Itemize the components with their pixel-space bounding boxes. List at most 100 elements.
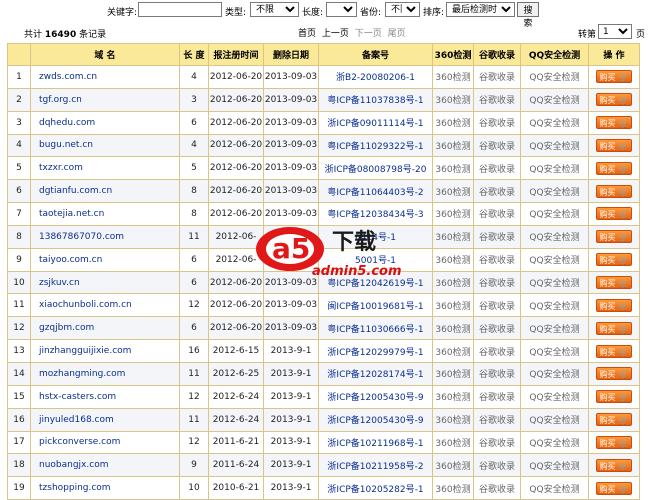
google-index-link[interactable]: 谷歌收录 [473,316,521,341]
icp-number-link[interactable]: 粤ICP备11037838号-1 [318,87,433,112]
google-index-link[interactable]: 谷歌收录 [473,224,521,249]
icp-number-link[interactable]: 浙ICP备12028174号-1 [318,361,433,386]
check360-link[interactable]: 360检测 [432,247,474,272]
check360-link[interactable]: 360检测 [432,476,474,500]
buy-button[interactable]: 购买 🛒 [596,70,632,84]
icp-number-link[interactable]: 粤ICP备11030666号-1 [318,316,433,341]
buy-button[interactable]: 购买 🛒 [596,253,632,267]
buy-button[interactable]: 购买 🛒 [596,458,632,472]
buy-button[interactable]: 购买 🛒 [596,390,632,404]
google-index-link[interactable]: 谷歌收录 [473,156,521,181]
check360-link[interactable]: 360检测 [432,179,474,204]
domain-link[interactable]: dqhedu.com [30,110,180,135]
icp-number-link[interactable]: 粤ICP备11064403号-2 [318,179,433,204]
domain-link[interactable]: jinzhangguijixie.com [30,339,180,363]
check360-link[interactable]: 360检测 [432,339,474,363]
check360-link[interactable]: 360检测 [432,407,474,432]
google-index-link[interactable]: 谷歌收录 [473,133,521,158]
google-index-link[interactable]: 谷歌收录 [473,384,521,409]
qq-security-link[interactable]: QQ安全检测 [520,156,589,181]
qq-security-link[interactable]: QQ安全检测 [520,293,589,318]
search-button[interactable]: 搜索 [517,2,539,29]
province-select[interactable]: 不限 [385,2,420,17]
check360-link[interactable]: 360检测 [432,156,474,181]
qq-security-link[interactable]: QQ安全检测 [520,339,589,363]
buy-button[interactable]: 购买 🛒 [596,435,632,449]
buy-button[interactable]: 购买 🛒 [596,321,632,335]
domain-link[interactable]: hstx-casters.com [30,384,180,409]
domain-link[interactable]: zwds.com.cn [30,65,180,89]
icp-number-link[interactable]: 浙ICP备10205282号-1 [318,476,433,500]
google-index-link[interactable]: 谷歌收录 [473,202,521,226]
buy-button[interactable]: 购买 🛒 [596,184,632,198]
icp-number-link[interactable]: 浙ICP备12005430号-9 [318,384,433,409]
icp-number-link[interactable]: 浙ICP备10211968号-1 [318,430,433,455]
qq-security-link[interactable]: QQ安全检测 [520,247,589,272]
qq-security-link[interactable]: QQ安全检测 [520,430,589,455]
google-index-link[interactable]: 谷歌收录 [473,430,521,455]
qq-security-link[interactable]: QQ安全检测 [520,179,589,204]
google-index-link[interactable]: 谷歌收录 [473,270,521,295]
check360-link[interactable]: 360检测 [432,133,474,158]
icp-number-link[interactable]: 浙ICP备12029979号-1 [318,339,433,363]
buy-button[interactable]: 购买 🛒 [596,481,632,495]
domain-link[interactable]: pickconverse.com [30,430,180,455]
buy-button[interactable]: 购买 🛒 [596,413,632,427]
length-select[interactable] [326,2,357,17]
qq-security-link[interactable]: QQ安全检测 [520,476,589,500]
domain-link[interactable]: bugu.net.cn [30,133,180,158]
prev-page-link[interactable]: 上一页 [322,29,349,39]
domain-link[interactable]: xiaochunboli.com.cn [30,293,180,318]
qq-security-link[interactable]: QQ安全检测 [520,453,589,478]
buy-button[interactable]: 购买 🛒 [596,298,632,312]
first-page-link[interactable]: 首页 [298,29,316,39]
domain-link[interactable]: zsjkuv.cn [30,270,180,295]
domain-link[interactable]: taotejia.net.cn [30,202,180,226]
google-index-link[interactable]: 谷歌收录 [473,179,521,204]
icp-number-link[interactable]: 浙ICP备09011114号-1 [318,110,433,135]
qq-security-link[interactable]: QQ安全检测 [520,361,589,386]
check360-link[interactable]: 360检测 [432,87,474,112]
check360-link[interactable]: 360检测 [432,361,474,386]
check360-link[interactable]: 360检测 [432,316,474,341]
google-index-link[interactable]: 谷歌收录 [473,110,521,135]
icp-number-link[interactable]: 粤ICP备11029322号-1 [318,133,433,158]
buy-button[interactable]: 购买 🛒 [596,93,632,107]
google-index-link[interactable]: 谷歌收录 [473,361,521,386]
keyword-input[interactable] [138,2,222,17]
domain-link[interactable]: taiyoo.com.cn [30,247,180,272]
google-index-link[interactable]: 谷歌收录 [473,407,521,432]
jump-page-select[interactable]: 1 [598,24,632,39]
google-index-link[interactable]: 谷歌收录 [473,293,521,318]
domain-link[interactable]: tgf.org.cn [30,87,180,112]
google-index-link[interactable]: 谷歌收录 [473,476,521,500]
last-page-link[interactable]: 尾页 [388,29,406,39]
domain-link[interactable]: dgtianfu.com.cn [30,179,180,204]
check360-link[interactable]: 360检测 [432,293,474,318]
sort-select[interactable]: 最后检测时间 [446,2,515,17]
check360-link[interactable]: 360检测 [432,384,474,409]
qq-security-link[interactable]: QQ安全检测 [520,110,589,135]
google-index-link[interactable]: 谷歌收录 [473,247,521,272]
buy-button[interactable]: 购买 🛒 [596,367,632,381]
qq-security-link[interactable]: QQ安全检测 [520,407,589,432]
check360-link[interactable]: 360检测 [432,270,474,295]
google-index-link[interactable]: 谷歌收录 [473,453,521,478]
icp-number-link[interactable]: 浙ICP备12005430号-9 [318,407,433,432]
qq-security-link[interactable]: QQ安全检测 [520,202,589,226]
qq-security-link[interactable]: QQ安全检测 [520,133,589,158]
icp-number-link[interactable]: 浙B2-20080206-1 [318,65,433,89]
qq-security-link[interactable]: QQ安全检测 [520,316,589,341]
qq-security-link[interactable]: QQ安全检测 [520,224,589,249]
type-select[interactable]: 不限 [250,2,299,17]
next-page-link[interactable]: 下一页 [355,29,382,39]
qq-security-link[interactable]: QQ安全检测 [520,65,589,89]
qq-security-link[interactable]: QQ安全检测 [520,270,589,295]
buy-button[interactable]: 购买 🛒 [596,230,632,244]
buy-button[interactable]: 购买 🛒 [596,276,632,290]
google-index-link[interactable]: 谷歌收录 [473,65,521,89]
check360-link[interactable]: 360检测 [432,224,474,249]
check360-link[interactable]: 360检测 [432,202,474,226]
buy-button[interactable]: 购买 🛒 [596,344,632,358]
qq-security-link[interactable]: QQ安全检测 [520,87,589,112]
